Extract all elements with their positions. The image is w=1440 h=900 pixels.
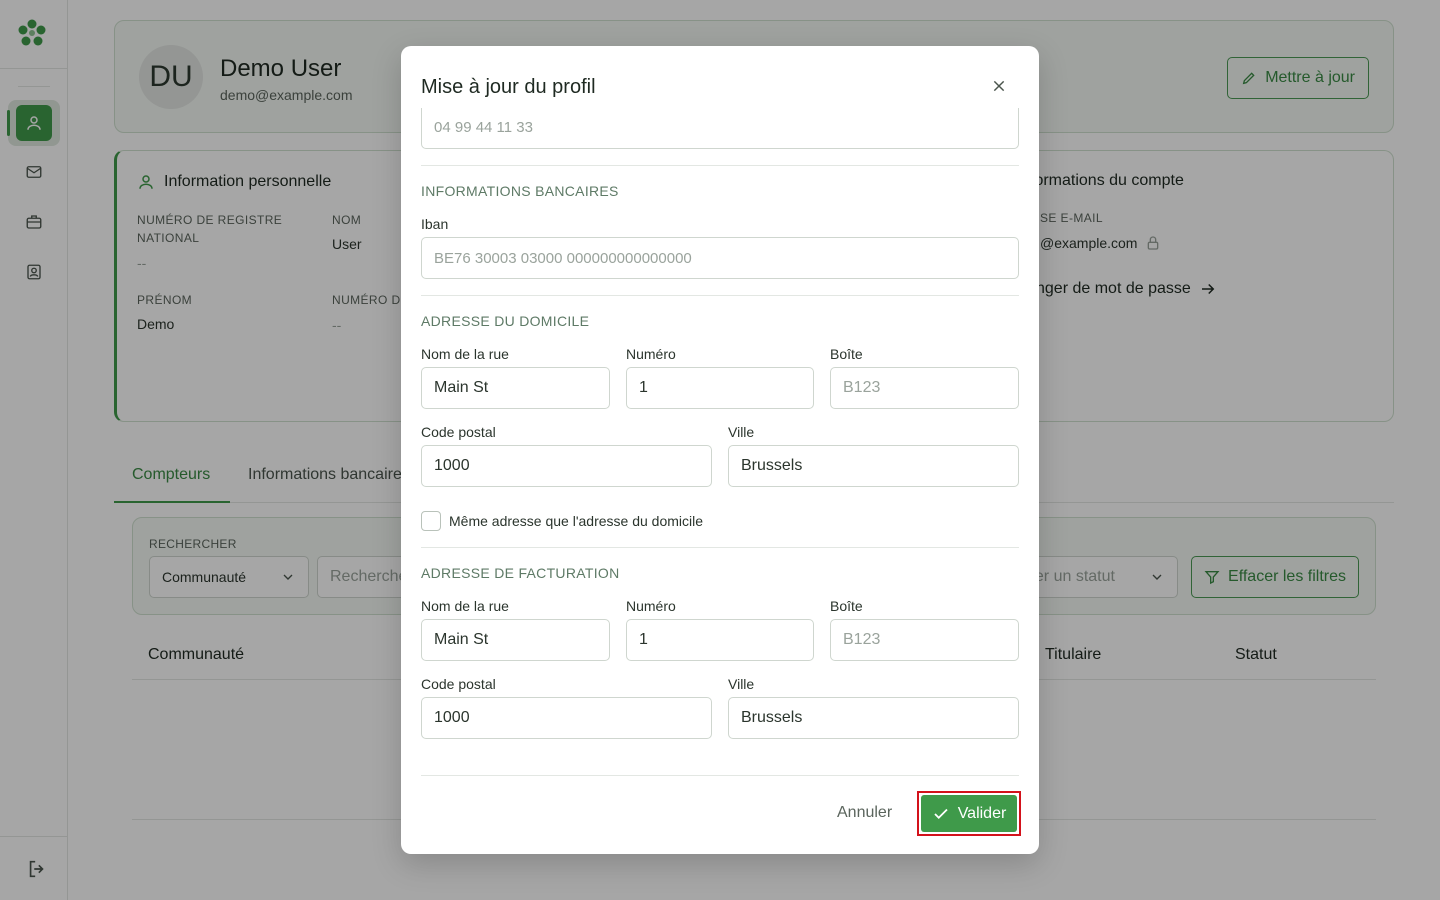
home-number-label: Numéro bbox=[626, 346, 676, 362]
modal-title: Mise à jour du profil bbox=[421, 76, 596, 98]
home-box-placeholder: B123 bbox=[843, 379, 881, 396]
billing-street-field[interactable]: Main St bbox=[421, 619, 610, 661]
home-box-label: Boîte bbox=[830, 346, 863, 362]
home-postal-field[interactable]: 1000 bbox=[421, 445, 712, 487]
validate-button[interactable]: Valider bbox=[921, 795, 1017, 832]
cancel-button[interactable]: Annuler bbox=[825, 792, 904, 834]
phone-field[interactable]: 04 99 44 11 33 bbox=[421, 108, 1019, 149]
iban-field[interactable]: BE76 30003 03000 000000000000000 bbox=[421, 237, 1019, 279]
close-button[interactable] bbox=[989, 76, 1009, 96]
same-address-checkbox[interactable] bbox=[421, 511, 441, 531]
billing-number-label: Numéro bbox=[626, 598, 676, 614]
billing-street-value: Main St bbox=[434, 631, 489, 648]
billing-box-label: Boîte bbox=[830, 598, 863, 614]
billing-postal-label: Code postal bbox=[421, 676, 496, 692]
billing-street-label: Nom de la rue bbox=[421, 598, 509, 614]
billing-city-label: Ville bbox=[728, 676, 755, 692]
billing-section-title: ADRESSE DE FACTURATION bbox=[421, 565, 620, 581]
iban-placeholder: BE76 30003 03000 000000000000000 bbox=[434, 249, 692, 267]
billing-box-field[interactable]: B123 bbox=[830, 619, 1019, 661]
home-city-field[interactable]: Brussels bbox=[728, 445, 1019, 487]
home-city-value: Brussels bbox=[741, 457, 803, 474]
home-number-field[interactable]: 1 bbox=[626, 367, 814, 409]
home-street-field[interactable]: Main St bbox=[421, 367, 610, 409]
billing-number-value: 1 bbox=[639, 631, 648, 648]
check-icon bbox=[934, 808, 948, 819]
home-number-value: 1 bbox=[639, 379, 648, 396]
update-profile-modal: Mise à jour du profil 04 99 44 11 33 INF… bbox=[401, 46, 1039, 854]
footer-divider bbox=[421, 775, 1019, 776]
billing-postal-field[interactable]: 1000 bbox=[421, 697, 712, 739]
home-postal-label: Code postal bbox=[421, 424, 496, 440]
home-box-field[interactable]: B123 bbox=[830, 367, 1019, 409]
billing-postal-value: 1000 bbox=[434, 709, 470, 726]
validate-label: Valider bbox=[957, 804, 1007, 822]
iban-label: Iban bbox=[421, 216, 449, 232]
billing-box-placeholder: B123 bbox=[843, 631, 881, 648]
section-divider bbox=[421, 295, 1019, 296]
close-icon bbox=[993, 80, 1005, 92]
home-city-label: Ville bbox=[728, 424, 755, 440]
section-divider bbox=[421, 165, 1019, 166]
billing-city-field[interactable]: Brussels bbox=[728, 697, 1019, 739]
section-divider bbox=[421, 547, 1019, 548]
phone-value: 04 99 44 11 33 bbox=[434, 119, 533, 136]
billing-number-field[interactable]: 1 bbox=[626, 619, 814, 661]
home-street-value: Main St bbox=[434, 379, 489, 396]
banking-section-title: INFORMATIONS BANCAIRES bbox=[421, 183, 619, 199]
same-address-label[interactable]: Même adresse que l'adresse du domicile bbox=[449, 513, 703, 529]
home-postal-value: 1000 bbox=[434, 457, 470, 474]
billing-city-value: Brussels bbox=[741, 709, 803, 726]
home-section-title: ADRESSE DU DOMICILE bbox=[421, 313, 590, 329]
home-street-label: Nom de la rue bbox=[421, 346, 509, 362]
